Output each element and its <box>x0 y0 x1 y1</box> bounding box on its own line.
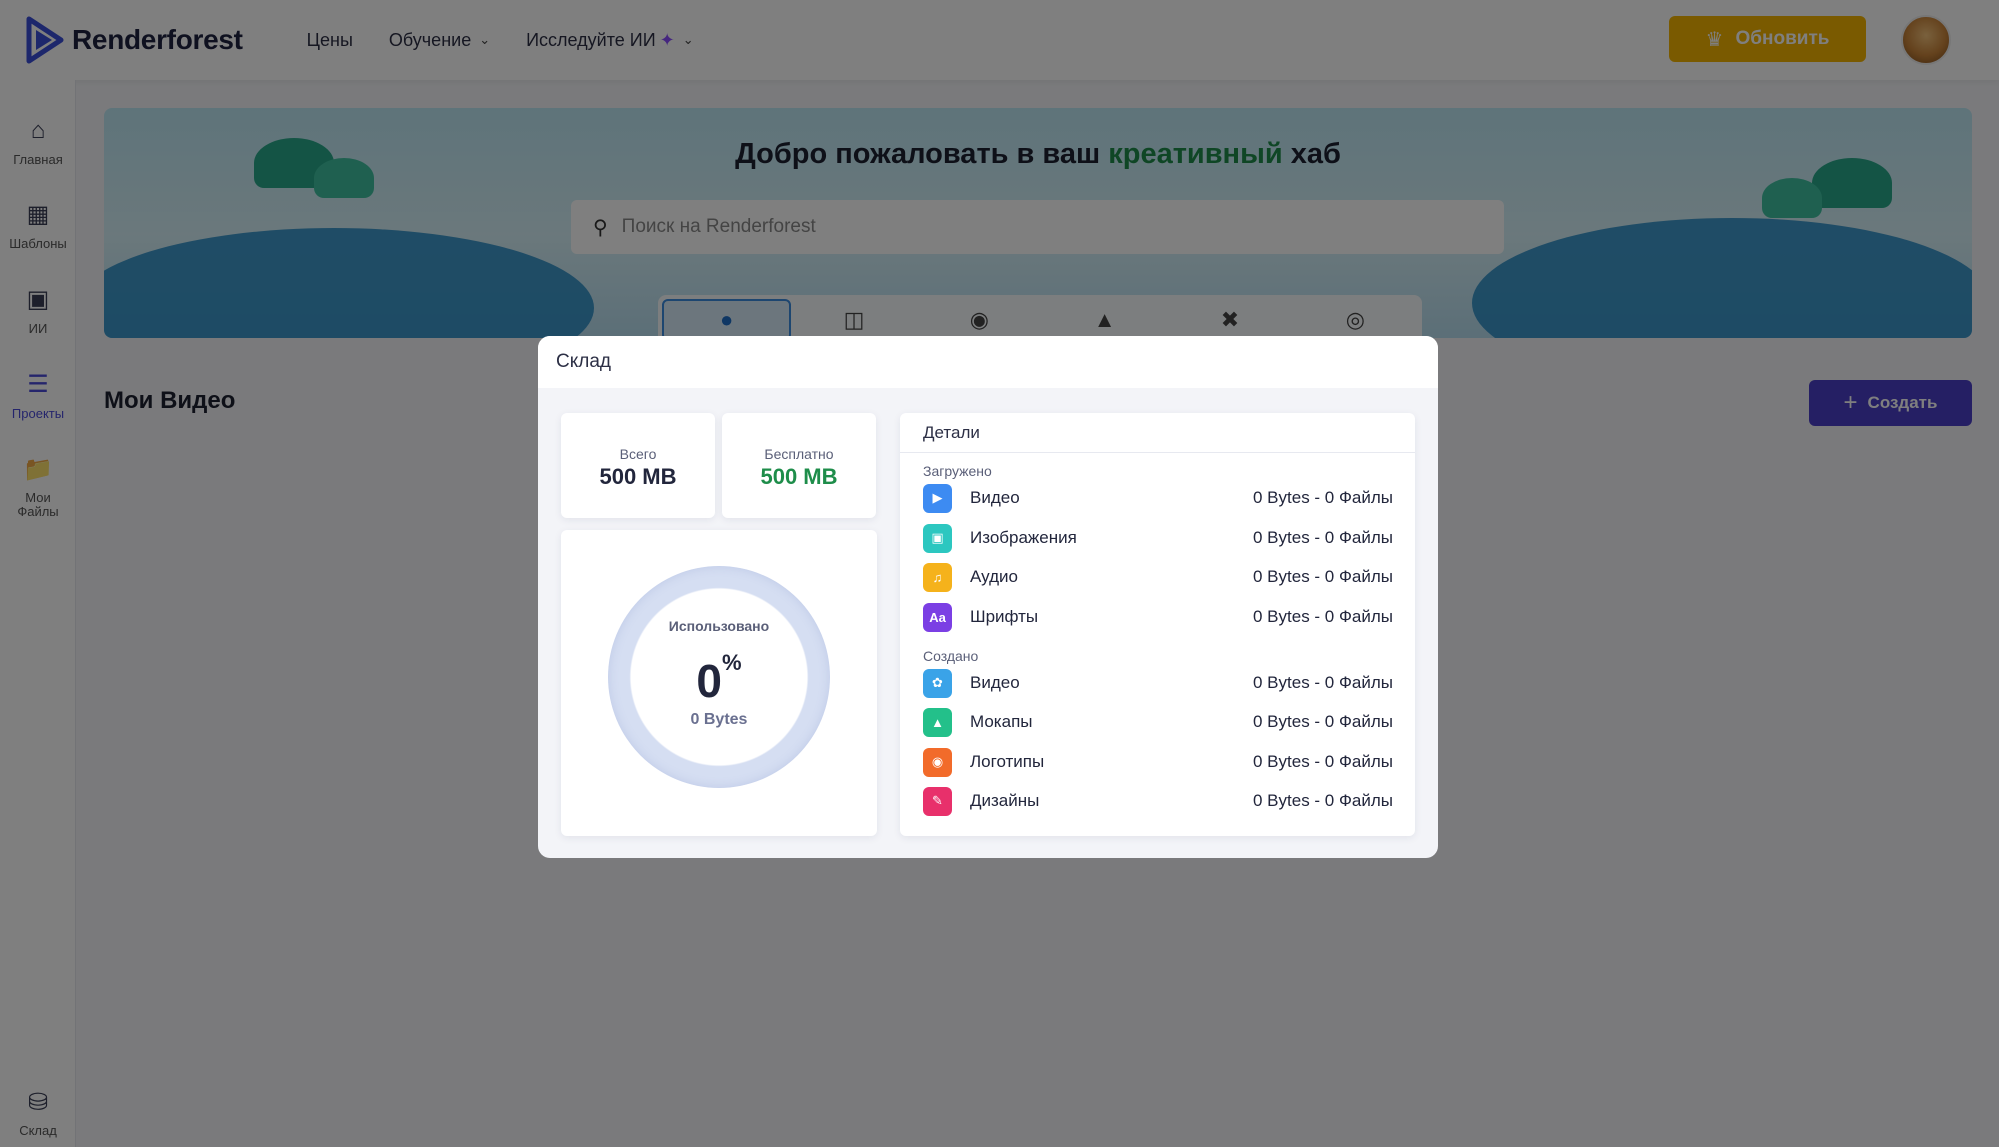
modal-title: Склад <box>538 336 1438 388</box>
video-camera-icon: ▶ <box>923 483 952 513</box>
item-name: Видео <box>970 488 1020 507</box>
item-value: 0 Bytes - 0 Файлы <box>1253 607 1393 626</box>
item-value: 0 Bytes - 0 Файлы <box>1253 567 1393 586</box>
total-value: 500 MB <box>599 464 677 489</box>
details-card: Детали Загружено ▶ Видео 0 Bytes - 0 Фай… <box>900 413 1415 836</box>
list-item: Aa Шрифты 0 Bytes - 0 Файлы <box>923 601 1393 633</box>
item-name: Видео <box>970 673 1020 692</box>
used-bytes: 0 Bytes <box>690 711 748 728</box>
item-name: Аудио <box>970 567 1018 586</box>
total-label: Всего <box>619 446 657 462</box>
design-icon: ✎ <box>923 786 952 816</box>
item-value: 0 Bytes - 0 Файлы <box>1253 673 1393 692</box>
storage-modal: Склад Всего 500 MB Бесплатно 500 MB Испо… <box>538 336 1438 858</box>
list-item: ✎ Дизайны 0 Bytes - 0 Файлы <box>923 785 1393 817</box>
uploaded-group-label: Загружено <box>923 463 992 479</box>
item-name: Дизайны <box>970 791 1040 810</box>
list-item: ▲ Мокапы 0 Bytes - 0 Файлы <box>923 706 1393 738</box>
item-value: 0 Bytes - 0 Файлы <box>1253 488 1393 507</box>
item-value: 0 Bytes - 0 Файлы <box>1253 791 1393 810</box>
used-label: Использовано <box>668 618 770 634</box>
item-name: Мокапы <box>970 712 1033 731</box>
acorn-icon: ◉ <box>923 747 952 777</box>
item-value: 0 Bytes - 0 Файлы <box>1253 752 1393 771</box>
item-value: 0 Bytes - 0 Файлы <box>1253 712 1393 731</box>
total-storage-card: Всего 500 MB <box>561 413 715 518</box>
list-item: ▶ Видео 0 Bytes - 0 Файлы <box>923 482 1393 514</box>
item-name: Изображения <box>970 528 1077 547</box>
item-name: Шрифты <box>970 607 1039 626</box>
usage-card: Использовано 0% 0 Bytes <box>561 530 877 836</box>
percent-sign: % <box>722 650 742 675</box>
free-value: 500 MB <box>760 464 838 489</box>
free-storage-card: Бесплатно 500 MB <box>722 413 876 518</box>
film-reel-icon: ✿ <box>923 668 952 698</box>
created-group-label: Создано <box>923 648 979 664</box>
list-item: ◉ Логотипы 0 Bytes - 0 Файлы <box>923 746 1393 778</box>
item-value: 0 Bytes - 0 Файлы <box>1253 528 1393 547</box>
image-icon: ▣ <box>923 523 952 553</box>
item-name: Логотипы <box>970 752 1045 771</box>
tshirt-icon: ▲ <box>923 707 952 737</box>
list-item: ▣ Изображения 0 Bytes - 0 Файлы <box>923 522 1393 554</box>
music-note-icon: ♫ <box>923 562 952 592</box>
free-label: Бесплатно <box>764 446 834 462</box>
details-title: Детали <box>900 413 1415 453</box>
list-item: ✿ Видео 0 Bytes - 0 Файлы <box>923 667 1393 699</box>
used-percent-value: 0 <box>696 655 723 707</box>
used-percent: 0% <box>608 650 830 708</box>
usage-ring: Использовано 0% 0 Bytes <box>608 566 830 788</box>
font-icon: Aa <box>923 602 952 632</box>
list-item: ♫ Аудио 0 Bytes - 0 Файлы <box>923 561 1393 593</box>
